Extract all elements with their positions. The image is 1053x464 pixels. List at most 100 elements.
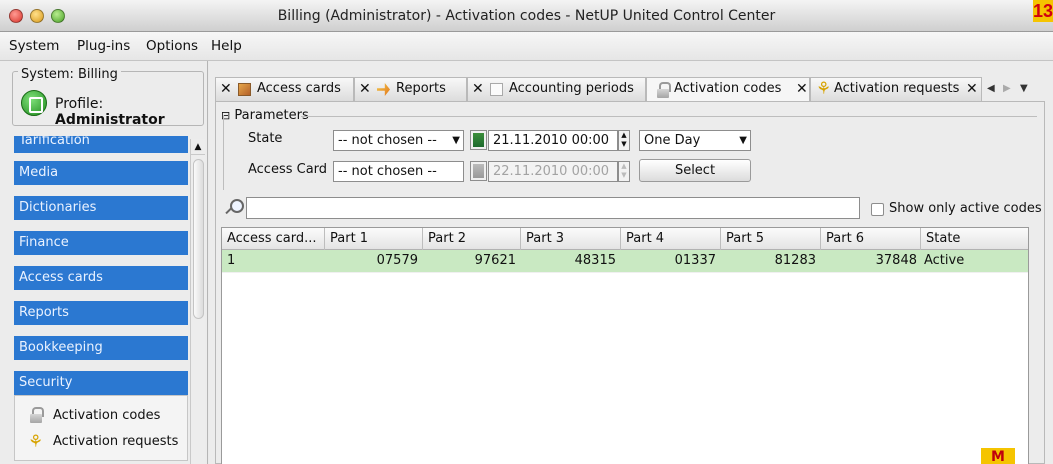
profile-prefix: Profile:	[55, 96, 104, 112]
search-icon	[225, 198, 244, 216]
title-bar: Billing (Administrator) - Activation cod…	[0, 0, 1053, 32]
state-label: State	[248, 131, 283, 146]
activation-codes-panel: ⊟ Parameters State -- not chosen -- ▼ 21…	[215, 101, 1045, 464]
corner-badge: 13	[1033, 0, 1053, 22]
close-tab-icon[interactable]: ✕	[359, 78, 371, 100]
date-from-field[interactable]: 21.11.2010 00:00	[488, 130, 618, 151]
close-tab-icon[interactable]: ✕	[472, 78, 484, 100]
tab-activation-codes[interactable]: Activation codes ✕	[646, 77, 810, 103]
nav-reports[interactable]: Reports	[14, 301, 188, 325]
corner-marker: M	[981, 448, 1015, 464]
cell-part-1: 07579	[376, 253, 418, 268]
scroll-up-arrow[interactable]: ▲	[191, 139, 205, 155]
close-tab-icon[interactable]: ✕	[966, 78, 978, 100]
close-tab-icon[interactable]: ✕	[220, 78, 232, 100]
calendar-to-icon	[470, 161, 487, 181]
date-from-spinner[interactable]: ▲ ▼	[618, 130, 630, 151]
chevron-down-icon: ▼	[739, 135, 747, 146]
access-card-field[interactable]: -- not chosen --	[333, 161, 464, 182]
cell-part-6: 37848	[875, 253, 917, 268]
nav-activation-requests[interactable]: Activation requests	[53, 434, 178, 449]
nav-bookkeeping[interactable]: Bookkeeping	[14, 336, 188, 360]
calendar-from-icon[interactable]	[470, 130, 487, 150]
profile-name: Administrator	[55, 112, 165, 128]
col-access-card[interactable]: Access card...	[222, 228, 325, 250]
cell-part-3: 48315	[574, 253, 616, 268]
table-row[interactable]: 1 07579 97621 48315 01337 81283 37848 Ac…	[222, 250, 1028, 272]
scroll-thumb[interactable]	[193, 159, 204, 319]
left-panel: System: Billing Profile: Administrator T…	[0, 61, 208, 464]
menu-options[interactable]: Options	[146, 38, 198, 54]
lock-icon	[30, 407, 44, 423]
window-title: Billing (Administrator) - Activation cod…	[277, 8, 776, 24]
main-area: ✕ Access cards ✕ Reports ✕ Accounting pe…	[209, 61, 1053, 464]
tab-label: Activation requests	[834, 81, 960, 96]
select-button[interactable]: Select	[639, 159, 751, 182]
access-cards-icon	[238, 83, 251, 96]
nav-access-cards[interactable]: Access cards	[14, 266, 188, 290]
col-part-1[interactable]: Part 1	[325, 228, 423, 250]
security-subitems: Activation codes ⚘ Activation requests	[14, 395, 188, 461]
tab-activation-requests[interactable]: ⚘ Activation requests ✕	[810, 77, 982, 101]
search-input[interactable]	[246, 197, 860, 219]
reports-icon	[377, 83, 390, 96]
parameters-title: Parameters	[234, 108, 309, 123]
keys-icon: ⚘	[28, 432, 44, 452]
date-to-field: 22.11.2010 00:00	[488, 161, 618, 182]
tab-label: Accounting periods	[509, 81, 634, 96]
tab-scroll-right-icon[interactable]: ▶	[1003, 83, 1011, 94]
tab-accounting-periods[interactable]: ✕ Accounting periods	[467, 77, 646, 101]
show-active-checkbox[interactable]	[871, 203, 884, 216]
nav-finance[interactable]: Finance	[14, 231, 188, 255]
state-select[interactable]: -- not chosen -- ▼	[333, 130, 464, 151]
access-card-label: Access Card	[248, 162, 328, 177]
cell-access-card: 1	[227, 253, 236, 268]
row-divider	[222, 272, 1028, 273]
state-value: -- not chosen --	[338, 133, 437, 148]
close-tab-icon[interactable]: ✕	[796, 78, 808, 100]
nav-media[interactable]: Media	[14, 161, 188, 185]
document-icon	[490, 83, 503, 96]
nav-tarification[interactable]: Tarification	[14, 136, 188, 153]
menu-system[interactable]: System	[9, 38, 59, 54]
col-part-6[interactable]: Part 6	[821, 228, 921, 250]
tab-scroll-left-icon[interactable]: ◀	[987, 83, 995, 94]
cell-part-5: 81283	[774, 253, 816, 268]
menu-bar: System Plug-ins Options Help	[0, 32, 1053, 61]
activation-codes-table: Access card... Part 1 Part 2 Part 3 Part…	[221, 227, 1029, 464]
period-select[interactable]: One Day ▼	[639, 130, 751, 151]
nav-activation-codes[interactable]: Activation codes	[53, 408, 160, 423]
period-value: One Day	[644, 133, 701, 148]
show-active-label: Show only active codes	[889, 201, 1042, 216]
profile-label: Profile: Administrator	[55, 96, 207, 128]
tab-access-cards[interactable]: ✕ Access cards	[215, 77, 354, 101]
cell-state: Active	[924, 253, 965, 268]
tab-bar: ✕ Access cards ✕ Reports ✕ Accounting pe…	[215, 77, 1045, 103]
tab-label: Reports	[396, 81, 446, 96]
parameters-legend[interactable]: ⊟ Parameters	[221, 108, 309, 123]
nav-security[interactable]: Security	[14, 371, 188, 395]
table-header: Access card... Part 1 Part 2 Part 3 Part…	[222, 228, 1028, 250]
col-state[interactable]: State	[921, 228, 1028, 250]
col-part-2[interactable]: Part 2	[423, 228, 521, 250]
navigation-list: Tarification Media Dictionaries Finance …	[14, 136, 204, 464]
nav-dictionaries[interactable]: Dictionaries	[14, 196, 188, 220]
tab-label: Access cards	[257, 81, 341, 96]
col-part-5[interactable]: Part 5	[721, 228, 821, 250]
col-part-4[interactable]: Part 4	[621, 228, 721, 250]
keys-icon: ⚘	[816, 79, 832, 99]
profile-icon	[21, 90, 47, 116]
col-part-3[interactable]: Part 3	[521, 228, 621, 250]
tab-label: Activation codes	[674, 81, 782, 96]
tab-list-dropdown-icon[interactable]: ▼	[1020, 83, 1028, 94]
tab-reports[interactable]: ✕ Reports	[354, 77, 467, 101]
menu-plugins[interactable]: Plug-ins	[77, 38, 130, 54]
date-to-spinner: ▲ ▼	[618, 161, 630, 182]
lock-icon	[657, 82, 671, 98]
system-label: System: Billing	[18, 67, 121, 82]
nav-scrollbar[interactable]: ▲	[190, 139, 205, 464]
menu-help[interactable]: Help	[211, 38, 242, 54]
parameters-divider	[301, 116, 1037, 117]
chevron-down-icon: ▼	[452, 135, 460, 146]
parameters-frame	[223, 115, 224, 190]
